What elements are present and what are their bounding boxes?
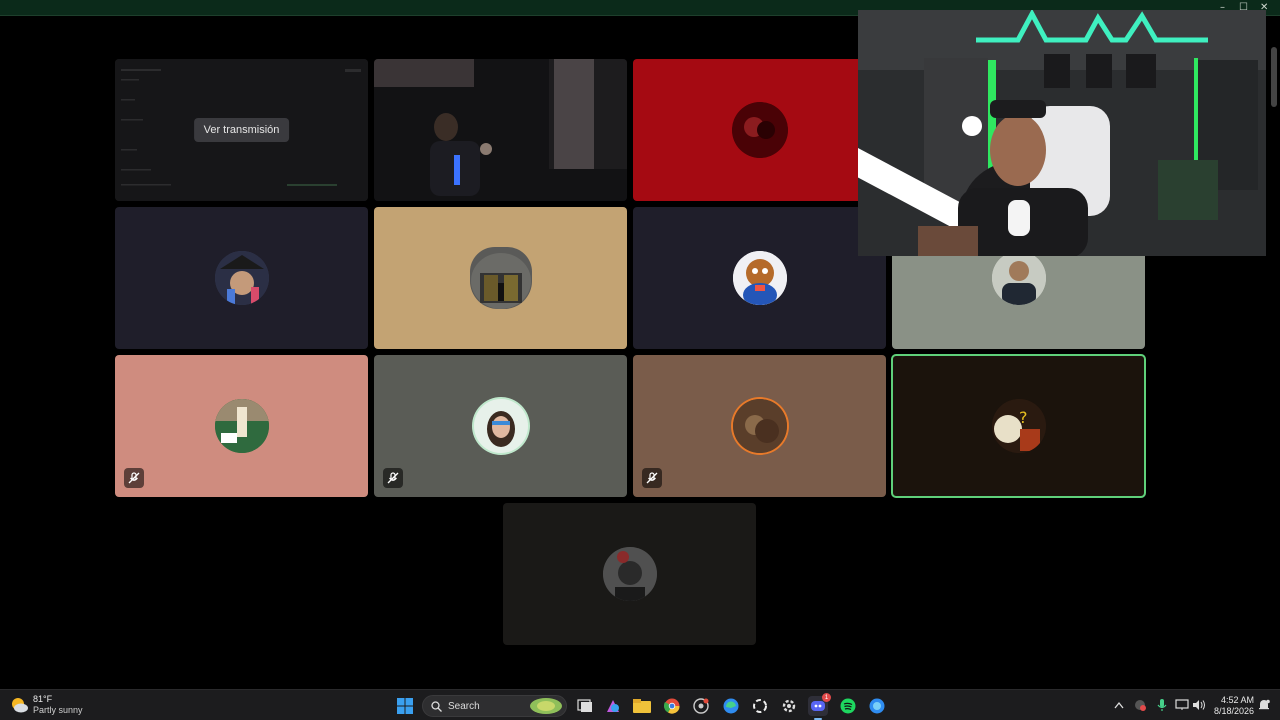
network-icon[interactable] [1175,698,1189,712]
app-icon[interactable] [750,696,770,716]
user-avatar [602,547,657,601]
user-camera-feed [374,59,627,201]
watch-stream-button[interactable]: Ver transmisión [193,118,290,142]
copilot-icon [530,698,562,714]
microphone-icon[interactable] [1155,698,1169,712]
user-avatar [469,247,532,309]
task-view-icon[interactable] [575,696,595,716]
weather-widget[interactable]: 81°F Partly sunny [10,694,83,716]
discord-icon[interactable]: 1 [808,693,831,720]
streamer-webcam-overlay [858,10,1266,256]
tile-user-speaking[interactable]: ? [891,354,1146,498]
tile-user-pink[interactable] [115,355,368,497]
weather-description: Partly sunny [33,705,83,715]
chevron-up-icon[interactable] [1112,698,1126,712]
scrollbar[interactable] [1271,47,1277,667]
user-avatar [732,251,787,305]
tile-screen-share[interactable]: Ver transmisión [115,59,368,201]
spotify-icon[interactable] [838,696,858,716]
tile-user-bottom[interactable] [503,503,756,645]
muted-icon [642,468,662,488]
svg-text:?: ? [1019,408,1028,427]
discord-notification-badge: 1 [822,693,831,702]
file-explorer-icon[interactable] [632,696,652,716]
steam-icon[interactable] [691,696,711,716]
clock-date: 8/18/2026 [1213,706,1254,716]
notification-bell-icon[interactable] [1257,698,1271,712]
user-avatar [214,399,269,453]
partly-sunny-icon [10,696,28,714]
tile-red-user[interactable] [633,59,886,201]
chrome-icon[interactable] [662,696,682,716]
tile-user-chipmunk[interactable] [633,207,886,349]
tile-user-grey[interactable] [374,355,627,497]
windows-start-icon[interactable] [395,696,415,716]
tile-user-tan[interactable] [374,207,627,349]
taskbar-search[interactable]: Search [422,695,567,717]
search-icon [431,700,442,712]
muted-icon [124,468,144,488]
scrollbar-thumb[interactable] [1271,47,1277,107]
settings-icon[interactable] [779,696,799,716]
user-avatar [732,399,787,453]
designer-icon[interactable] [603,696,623,716]
windows-taskbar: 81°F Partly sunny Search 1 4:52 AM 8/18/… [0,689,1280,720]
voice-call-stage: Ver transmisión ? [0,10,1280,689]
tile-camera-user[interactable] [374,59,627,201]
muted-icon [383,468,403,488]
taskbar-clock[interactable]: 4:52 AM 8/18/2026 [1212,695,1254,717]
user-avatar [473,399,528,453]
weather-temperature: 81°F [33,694,53,704]
user-avatar [214,251,269,305]
search-placeholder: Search [448,700,480,712]
tile-user-dark-1[interactable] [115,207,368,349]
clock-time: 4:52 AM [1220,695,1254,705]
user-avatar [991,251,1046,305]
browser-icon[interactable] [867,696,887,716]
tray-app-icon[interactable] [1133,698,1147,712]
edge-icon[interactable] [721,696,741,716]
user-avatar [731,102,788,158]
tile-user-brown[interactable] [633,355,886,497]
user-avatar: ? [991,399,1046,453]
speaker-icon[interactable] [1192,698,1206,712]
webcam-feed [858,10,1266,256]
